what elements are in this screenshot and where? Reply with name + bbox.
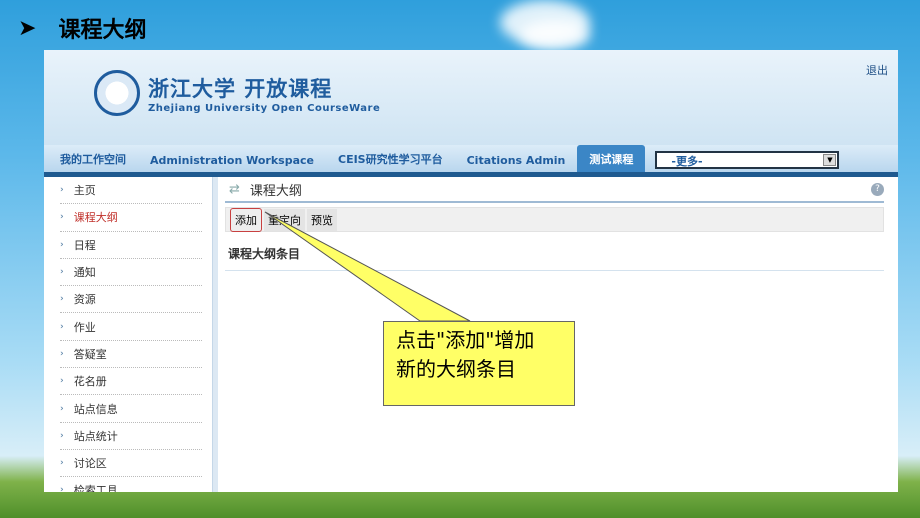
callout-box: 点击"添加"增加 新的大纲条目 xyxy=(383,321,575,406)
callout-line-1: 点击"添加"增加 xyxy=(396,328,535,352)
callout-pointer xyxy=(264,211,471,322)
callout-line-2: 新的大纲条目 xyxy=(396,357,516,381)
